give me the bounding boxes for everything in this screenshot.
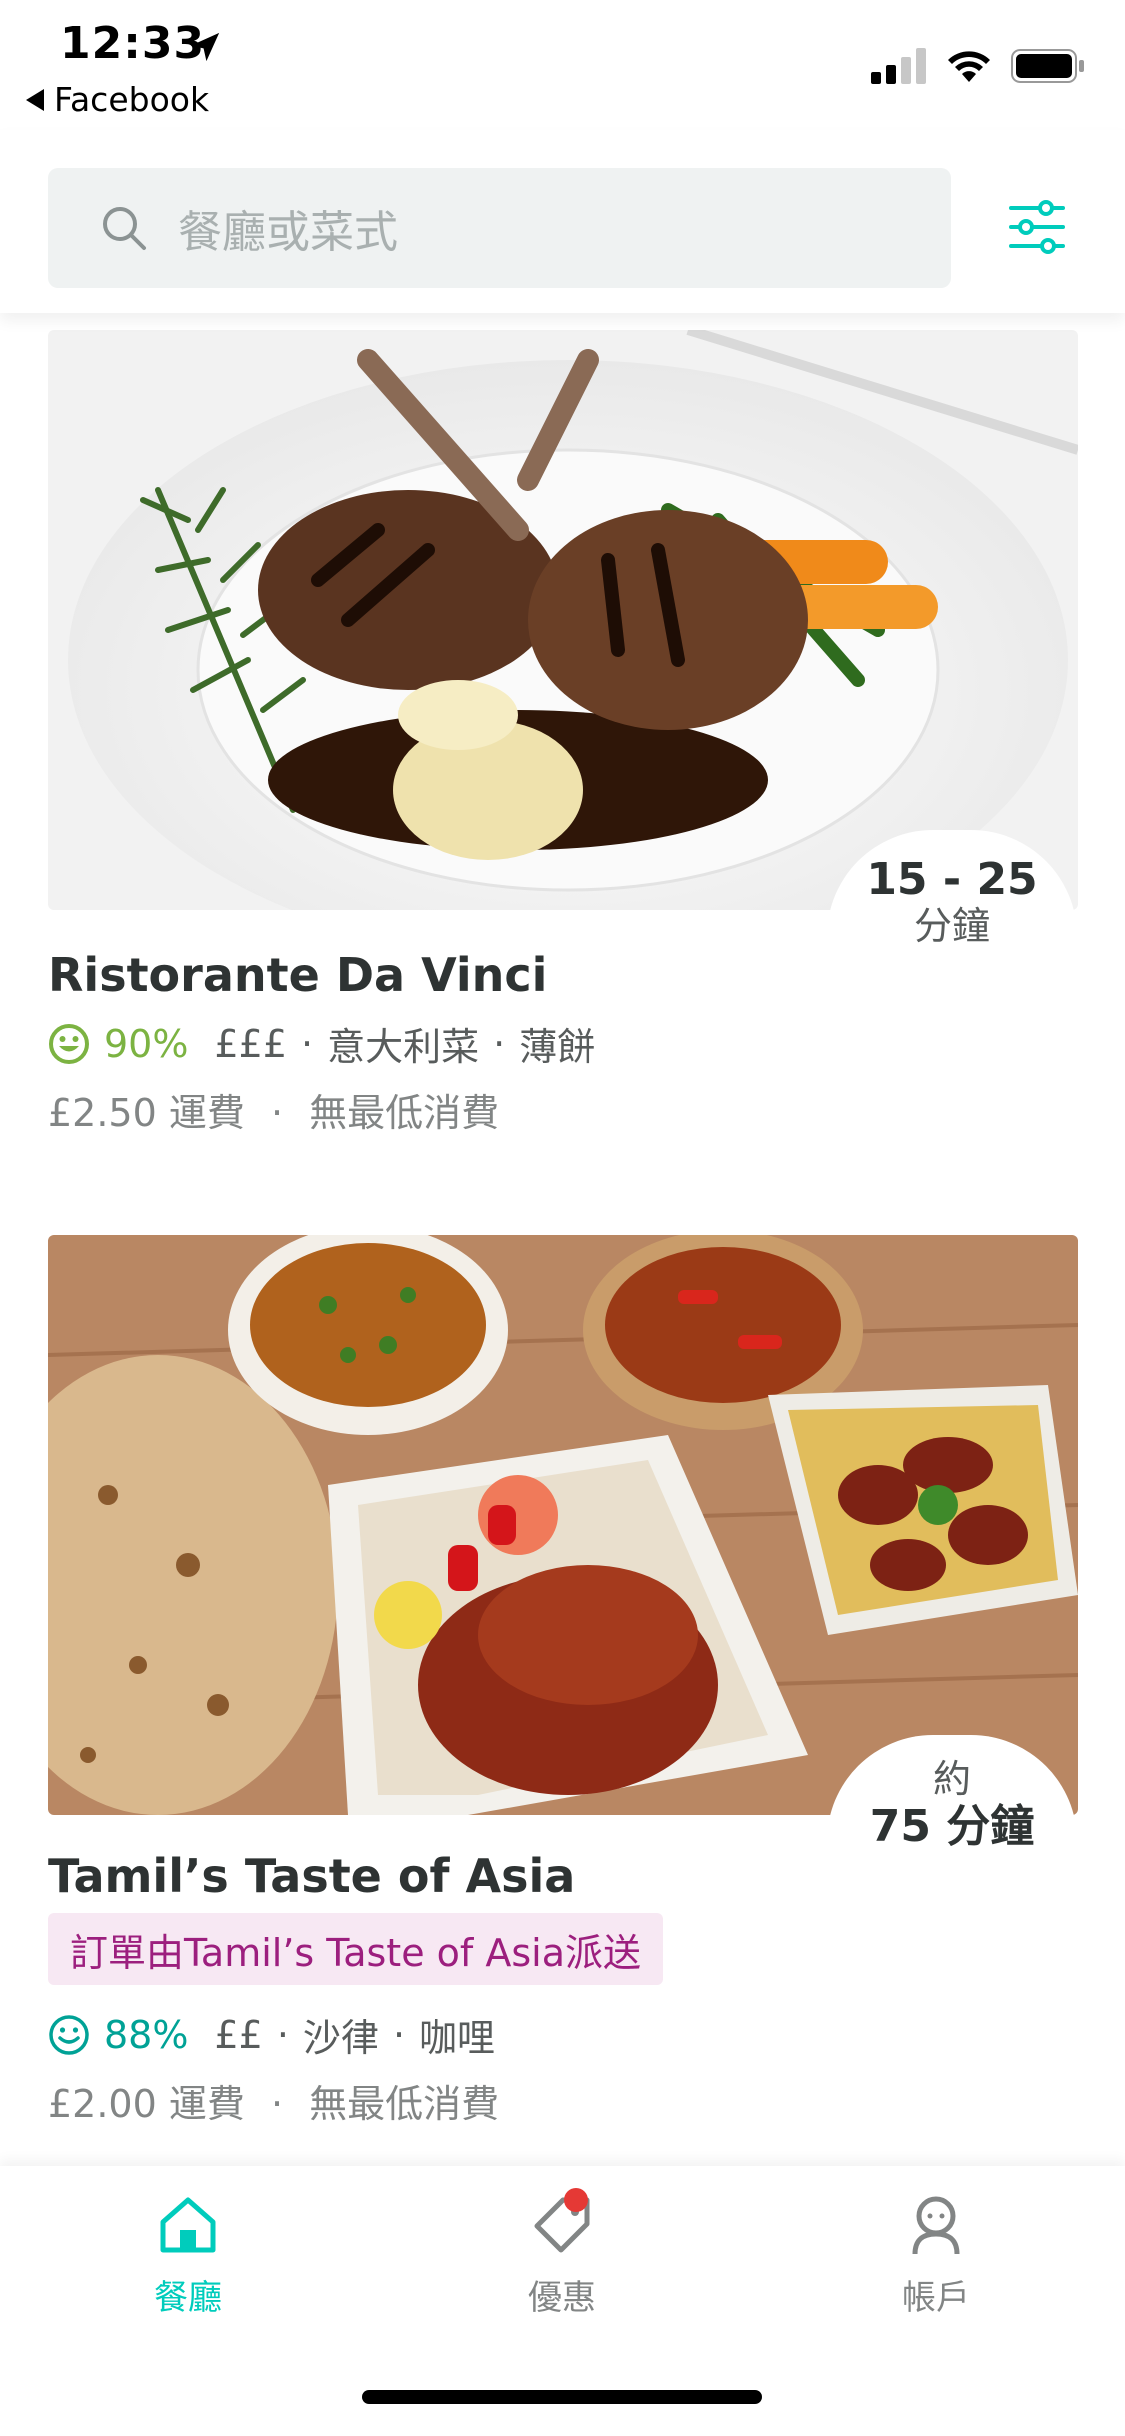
- tab-label: 帳戶: [902, 2278, 970, 2318]
- search-icon: [103, 207, 146, 250]
- delivery-fee-line: £2.00 運費 · 無最低消費: [48, 2073, 499, 2128]
- notification-dot: [564, 2188, 588, 2212]
- tab-offers[interactable]: 優惠: [462, 2188, 662, 2319]
- back-app-label: Facebook: [54, 80, 210, 119]
- tab-label: 餐廳: [154, 2278, 222, 2318]
- price-level: £££: [214, 1021, 287, 1066]
- separator-dot: ·: [493, 1021, 506, 1066]
- cuisine-tag: 意大利菜: [327, 1025, 480, 1069]
- tab-account[interactable]: 帳戶: [836, 2192, 1036, 2319]
- delivery-time-estimate: 75 分鐘: [869, 1800, 1035, 1852]
- smiley-rating-icon: [49, 2014, 89, 2055]
- cuisine-tag: 沙律: [302, 2016, 379, 2060]
- search-input-placeholder[interactable]: 餐廳或菜式: [178, 196, 398, 260]
- cellular-signal-icon: [871, 48, 926, 84]
- tab-restaurants[interactable]: 餐廳: [88, 2192, 288, 2319]
- restaurant-meta: 90% £££ · 意大利菜 · 薄餅: [48, 1016, 595, 1071]
- delivery-time-unit: 分鐘: [913, 904, 990, 949]
- home-indicator[interactable]: [362, 2390, 762, 2404]
- delivery-fee: £2.00 運費: [48, 2082, 245, 2126]
- price-level: ££: [214, 2012, 263, 2057]
- restaurant-card[interactable]: 約 75 分鐘 Tamil’s Taste of Asia 訂單由Tamil’s…: [0, 1235, 1125, 2135]
- cuisine-tag: 薄餅: [519, 1025, 596, 1069]
- restaurant-photo-indian-food[interactable]: [48, 1235, 1078, 1815]
- tab-label: 優惠: [528, 2278, 596, 2318]
- home-icon: [160, 2197, 216, 2253]
- minimum-order: 無最低消費: [309, 1091, 500, 1135]
- separator-dot: ·: [270, 1091, 284, 1135]
- restaurant-meta: 88% ££ · 沙律 · 咖哩: [48, 2007, 495, 2062]
- indian-dish-image: [48, 1235, 1078, 1815]
- wifi-icon: [948, 51, 990, 82]
- smiley-rating-icon: [49, 1023, 89, 1064]
- minimum-order: 無最低消費: [309, 2082, 500, 2126]
- cuisine-tag: 咖哩: [419, 2016, 496, 2060]
- location-arrow-icon: [190, 32, 220, 62]
- back-triangle-icon: [26, 88, 44, 111]
- search-bar[interactable]: 餐廳或菜式: [48, 168, 951, 288]
- restaurant-card[interactable]: 15 - 25 分鐘 Ristorante Da Vinci 90% £££ ·…: [0, 330, 1125, 1160]
- rating-percent: 88%: [104, 2012, 189, 2057]
- filter-sliders-icon[interactable]: [1008, 198, 1066, 256]
- delivery-fee: £2.50 運費: [48, 1091, 245, 1135]
- delivery-time-range: 15 - 25: [866, 854, 1038, 905]
- account-icon: [912, 2196, 960, 2255]
- separator-dot: ·: [270, 2082, 284, 2126]
- separator-dot: ·: [301, 1021, 314, 1066]
- back-to-app-link[interactable]: Facebook: [26, 80, 209, 119]
- status-time: 12:33: [60, 18, 206, 69]
- lamb-dish-image: [48, 330, 1078, 910]
- separator-dot: ·: [276, 2012, 289, 2057]
- restaurant-name[interactable]: Ristorante Da Vinci: [48, 948, 547, 1002]
- delivery-fee-line: £2.50 運費 · 無最低消費: [48, 1082, 499, 1137]
- separator-dot: ·: [392, 2012, 406, 2057]
- restaurant-name[interactable]: Tamil’s Taste of Asia: [48, 1849, 575, 1903]
- rating-percent: 90%: [104, 1021, 189, 1066]
- status-icons: [871, 48, 1085, 84]
- status-bar: 12:33 Facebook: [0, 0, 1125, 130]
- delivery-time-prefix: 約: [932, 1757, 971, 1801]
- battery-icon: [1011, 49, 1084, 83]
- delivered-by-restaurant-tag: 訂單由Tamil’s Taste of Asia派送: [48, 1913, 664, 1985]
- restaurant-photo-lamb-chops[interactable]: [48, 330, 1078, 910]
- search-header: 餐廳或菜式: [0, 130, 1125, 313]
